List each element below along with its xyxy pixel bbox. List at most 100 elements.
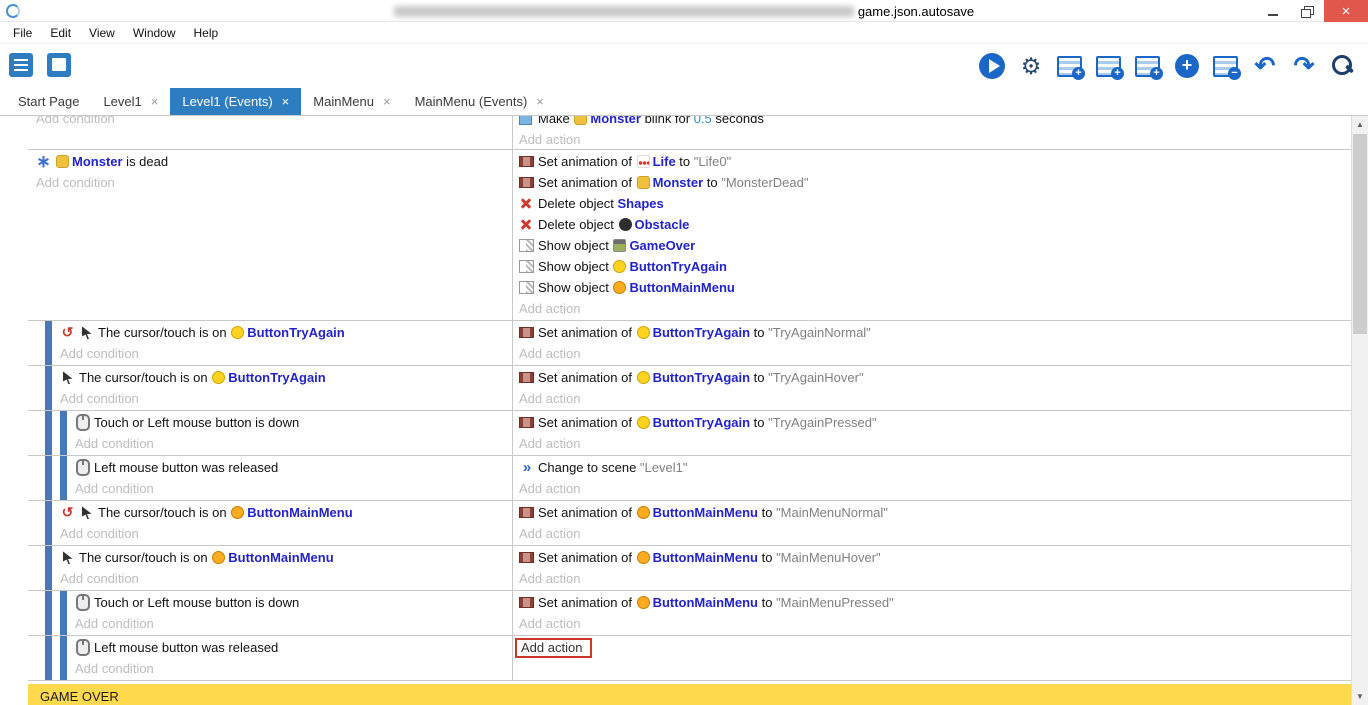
close-button[interactable]: × xyxy=(1324,0,1368,22)
string-value: "TryAgainHover" xyxy=(768,370,863,385)
condition-line[interactable]: Left mouse button was released xyxy=(75,637,508,658)
add-action-link[interactable]: Add action xyxy=(515,638,592,658)
action-line[interactable]: »Change to scene "Level1" xyxy=(519,457,1347,478)
scroll-up-arrow[interactable]: ▲ xyxy=(1352,116,1368,133)
action-line[interactable]: Show object GameOver xyxy=(519,235,1347,256)
add-condition-link[interactable]: Add condition xyxy=(75,436,154,451)
action-line[interactable]: Delete object Shapes xyxy=(519,193,1347,214)
tab-close-icon[interactable]: × xyxy=(282,94,290,109)
event-row[interactable]: Touch or Left mouse button is down Add co… xyxy=(28,591,1351,636)
add-condition-link[interactable]: Add condition xyxy=(36,116,115,126)
event-row[interactable]: Touch or Left mouse button is down Add co… xyxy=(28,411,1351,456)
condition-line[interactable]: The cursor/touch is on ButtonMainMenu xyxy=(60,547,508,568)
add-condition-link[interactable]: Add condition xyxy=(36,175,115,190)
event-row[interactable]: The cursor/touch is on ButtonTryAgain Add… xyxy=(28,366,1351,411)
condition-line[interactable]: Left mouse button was released xyxy=(75,457,508,478)
add-action-link[interactable]: Add action xyxy=(519,346,580,361)
search-button[interactable] xyxy=(1328,51,1358,81)
remove-event-button[interactable] xyxy=(1211,51,1241,81)
condition-line[interactable]: ∗Monster is dead xyxy=(36,151,508,172)
text: is dead xyxy=(123,154,169,169)
menu-help[interactable]: Help xyxy=(185,22,228,44)
event-row[interactable]: ∗Monster is dead Add condition Set animati… xyxy=(28,150,1351,321)
menu-edit[interactable]: Edit xyxy=(41,22,80,44)
event-row[interactable]: Left mouse button was released Add condit… xyxy=(28,456,1351,501)
tab-close-icon[interactable]: × xyxy=(536,94,544,109)
minimize-button[interactable] xyxy=(1256,0,1290,22)
condition-line[interactable]: ↺The cursor/touch is on ButtonMainMenu xyxy=(60,502,508,523)
event-row[interactable]: The cursor/touch is on ButtonMainMenu Add… xyxy=(28,546,1351,591)
action-line[interactable]: Set animation of ButtonMainMenu to "Main… xyxy=(519,547,1347,568)
play-button[interactable] xyxy=(977,51,1007,81)
action-line[interactable]: Set animation of Monster to "MonsterDead… xyxy=(519,172,1347,193)
action-line[interactable]: Set animation of ButtonTryAgain to "TryA… xyxy=(519,412,1347,433)
event-row[interactable]: ↺The cursor/touch is on ButtonTryAgain Ad… xyxy=(28,321,1351,366)
menu-window[interactable]: Window xyxy=(124,22,185,44)
tab-level1[interactable]: Level1× xyxy=(91,88,170,115)
tab-mainmenu[interactable]: MainMenu× xyxy=(301,88,402,115)
debug-button[interactable]: ⚙ xyxy=(1016,51,1046,81)
add-condition-link[interactable]: Add condition xyxy=(60,571,139,586)
object-name: ButtonMainMenu xyxy=(247,505,352,520)
redo-button[interactable]: ↷ xyxy=(1289,51,1319,81)
comment-row[interactable]: GAME OVER xyxy=(28,684,1351,705)
event-row[interactable]: Add condition Make Monster blink for 0.5 … xyxy=(28,116,1351,150)
restore-button[interactable] xyxy=(1290,0,1324,22)
add-action-link[interactable]: Add action xyxy=(519,301,580,316)
action-line[interactable]: Set animation of Life to "Life0" xyxy=(519,151,1347,172)
add-action-link[interactable]: Add action xyxy=(519,132,580,147)
add-condition-link[interactable]: Add condition xyxy=(60,526,139,541)
add-action-link[interactable]: Add action xyxy=(519,436,580,451)
project-manager-button[interactable] xyxy=(8,51,38,81)
add-condition-link[interactable]: Add condition xyxy=(60,346,139,361)
objects-list-button[interactable] xyxy=(46,51,76,81)
btn-yellow-thumb xyxy=(231,326,244,339)
scroll-thumb[interactable] xyxy=(1353,134,1367,334)
indent-bar xyxy=(45,636,52,680)
object-name: ButtonMainMenu xyxy=(629,280,734,295)
number-value: 0.5 xyxy=(694,116,712,126)
add-action-link[interactable]: Add action xyxy=(519,526,580,541)
action-line[interactable]: Delete object Obstacle xyxy=(519,214,1347,235)
vertical-scrollbar[interactable]: ▲ ▼ xyxy=(1351,116,1368,705)
menu-file[interactable]: File xyxy=(4,22,41,44)
tab-level1-events[interactable]: Level1 (Events)× xyxy=(170,88,301,115)
event-row[interactable]: Left mouse button was released Add condit… xyxy=(28,636,1351,681)
condition-line[interactable]: ↺The cursor/touch is on ButtonTryAgain xyxy=(60,322,508,343)
action-line[interactable]: Set animation of ButtonTryAgain to "TryA… xyxy=(519,367,1347,388)
add-action-link[interactable]: Add action xyxy=(519,616,580,631)
condition-line[interactable]: Touch or Left mouse button is down xyxy=(75,592,508,613)
tab-mainmenu-events[interactable]: MainMenu (Events)× xyxy=(403,88,556,115)
action-line[interactable]: Make Monster blink for 0.5 seconds xyxy=(519,116,1347,129)
add-condition-link[interactable]: Add condition xyxy=(75,481,154,496)
text: Make xyxy=(538,116,573,126)
event-row[interactable]: ↺The cursor/touch is on ButtonMainMenu Ad… xyxy=(28,501,1351,546)
add-event-button[interactable] xyxy=(1055,51,1085,81)
menu-view[interactable]: View xyxy=(80,22,124,44)
add-condition-link[interactable]: Add condition xyxy=(75,661,154,676)
string-value: "TryAgainPressed" xyxy=(768,415,876,430)
action-line[interactable]: Set animation of ButtonTryAgain to "TryA… xyxy=(519,322,1347,343)
condition-line[interactable]: Touch or Left mouse button is down xyxy=(75,412,508,433)
action-line[interactable]: Set animation of ButtonMainMenu to "Main… xyxy=(519,592,1347,613)
add-condition-link[interactable]: Add condition xyxy=(75,616,154,631)
add-action-link[interactable]: Add action xyxy=(519,391,580,406)
object-name: ButtonTryAgain xyxy=(228,370,326,385)
action-line[interactable]: Set animation of ButtonMainMenu to "Main… xyxy=(519,502,1347,523)
undo-button[interactable]: ↶ xyxy=(1250,51,1280,81)
tab-close-icon[interactable]: × xyxy=(151,94,159,109)
add-subevent-button[interactable] xyxy=(1094,51,1124,81)
add-event-type-button[interactable] xyxy=(1172,51,1202,81)
add-action-link[interactable]: Add action xyxy=(519,571,580,586)
action-line[interactable]: Show object ButtonMainMenu xyxy=(519,277,1347,298)
indent-bar xyxy=(45,411,52,455)
condition-line[interactable]: The cursor/touch is on ButtonTryAgain xyxy=(60,367,508,388)
add-condition-link[interactable]: Add condition xyxy=(60,391,139,406)
add-action-link[interactable]: Add action xyxy=(519,481,580,496)
cursor-icon xyxy=(60,550,75,565)
scroll-down-arrow[interactable]: ▼ xyxy=(1352,688,1368,705)
add-comment-button[interactable] xyxy=(1133,51,1163,81)
action-line[interactable]: Show object ButtonTryAgain xyxy=(519,256,1347,277)
tab-start-page[interactable]: Start Page xyxy=(6,88,91,115)
tab-close-icon[interactable]: × xyxy=(383,94,391,109)
